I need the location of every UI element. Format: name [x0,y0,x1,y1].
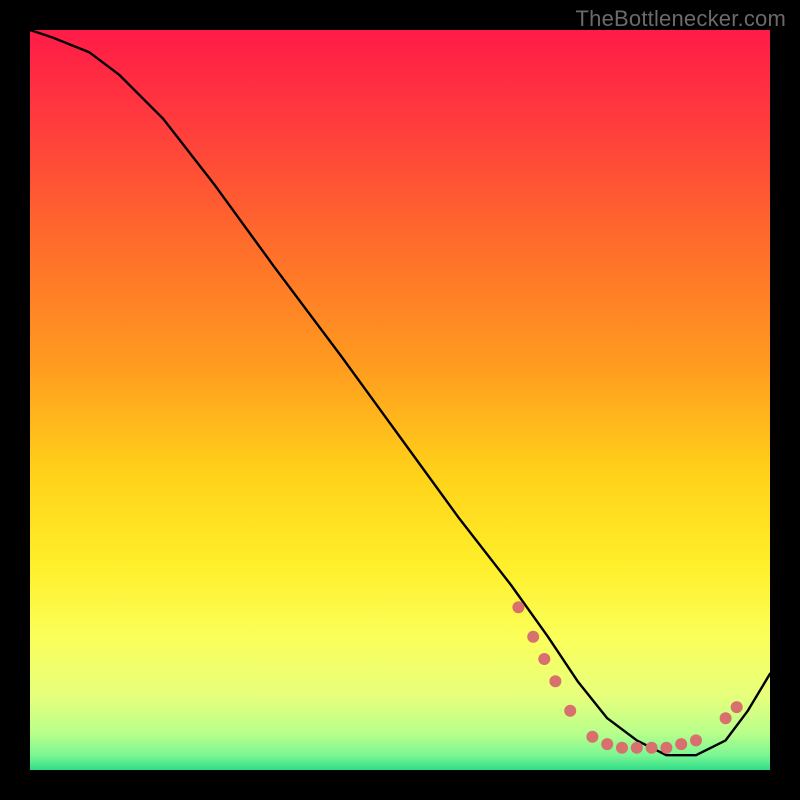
marker-dot [720,712,732,724]
marker-dot [538,653,550,665]
marker-dot [512,601,524,613]
marker-dot [731,701,743,713]
marker-dot [564,705,576,717]
stage: TheBottlenecker.com [0,0,800,800]
marker-dot [616,742,628,754]
plot-area [30,30,770,770]
marker-dot [527,631,539,643]
marker-dot [660,742,672,754]
marker-dot [549,675,561,687]
marker-dot [690,734,702,746]
chart-svg [30,30,770,770]
gradient-background [30,30,770,770]
marker-dot [646,742,658,754]
marker-dot [586,731,598,743]
marker-dot [675,738,687,750]
marker-dot [601,738,613,750]
watermark-text: TheBottlenecker.com [576,6,786,32]
marker-dot [631,742,643,754]
